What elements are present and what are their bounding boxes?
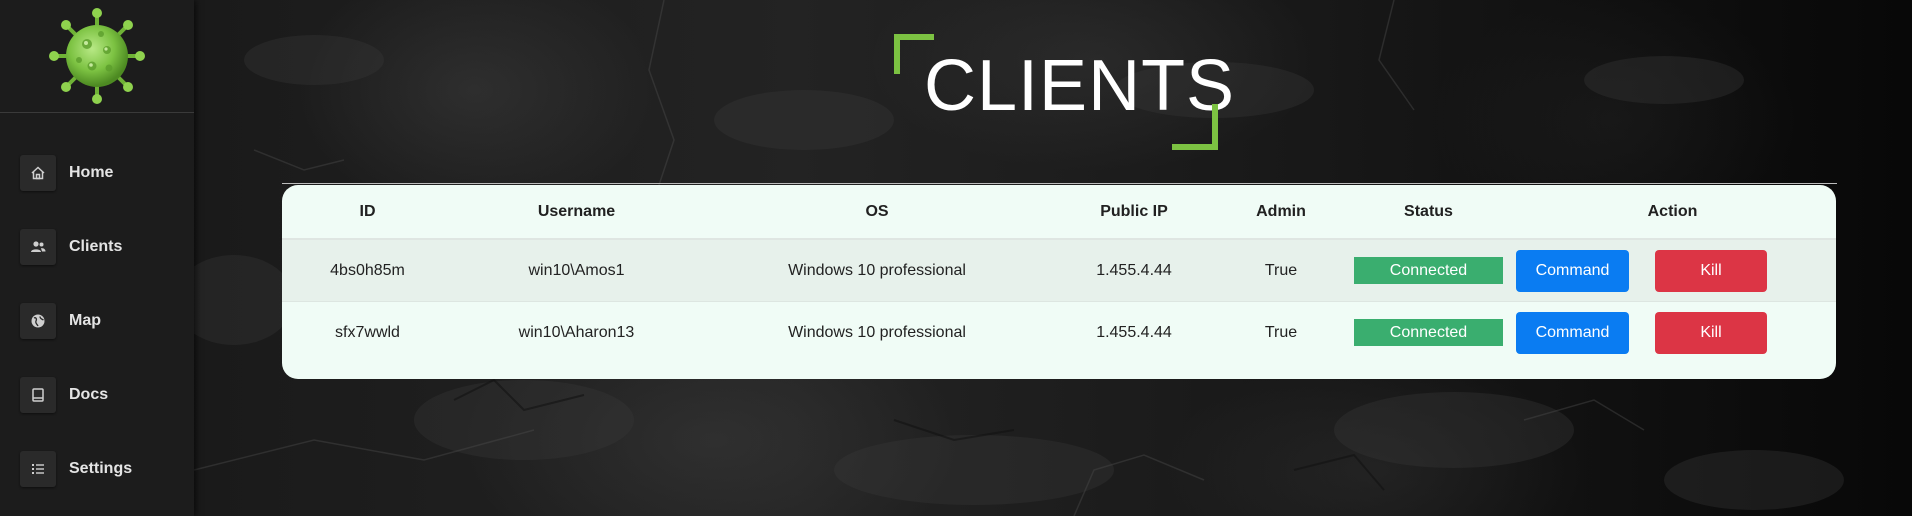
column-header-id[interactable]: ID: [282, 185, 453, 240]
column-header-action: Action: [1509, 185, 1836, 240]
cell-id: sfx7wwld: [335, 323, 400, 341]
sidebar-item-label: Docs: [69, 386, 109, 403]
sidebar-item-home[interactable]: Home: [20, 153, 113, 193]
cell-username: win10\Amos1: [453, 239, 700, 302]
clients-table-card: ID Username OS Public IP Admin Status Ac…: [282, 185, 1836, 379]
users-icon: [20, 229, 56, 265]
sidebar-item-label: Home: [69, 164, 114, 181]
cell-public-ip: 1.455.4.44: [1096, 323, 1172, 341]
sidebar-item-label: Settings: [69, 460, 133, 477]
kill-button[interactable]: Kill: [1655, 311, 1767, 354]
virus-icon: [49, 8, 145, 104]
clients-table: ID Username OS Public IP Admin Status Ac…: [282, 185, 1836, 363]
table-row[interactable]: sfx7wwld win10\Aharon13 Windows 10 profe…: [282, 302, 1836, 364]
page-title-block: CLIENTS: [894, 34, 1234, 152]
cell-admin: True: [1214, 239, 1348, 302]
cell-id: 4bs0h85m: [282, 239, 453, 302]
column-header-os[interactable]: OS: [700, 185, 1054, 240]
logo[interactable]: [0, 0, 194, 113]
kill-button[interactable]: Kill: [1655, 249, 1767, 292]
sidebar: Home Clients Map Docs Settings: [0, 0, 194, 516]
sidebar-item-label: Map: [69, 312, 101, 329]
column-header-username[interactable]: Username: [453, 185, 700, 240]
cell-username: win10\Aharon13: [518, 323, 635, 341]
home-icon: [20, 155, 56, 191]
sidebar-item-settings[interactable]: Settings: [20, 449, 132, 489]
table-row[interactable]: 4bs0h85m win10\Amos1 Windows 10 professi…: [282, 239, 1836, 302]
list-icon: [20, 451, 56, 487]
cell-admin: True: [1264, 323, 1298, 341]
globe-icon: [20, 303, 56, 339]
cell-os: Windows 10 professional: [788, 323, 966, 341]
book-icon: [20, 377, 56, 413]
cell-os: Windows 10 professional: [700, 239, 1054, 302]
status-badge: Connected: [1354, 319, 1503, 346]
column-header-public-ip[interactable]: Public IP: [1054, 185, 1214, 240]
table-header-row: ID Username OS Public IP Admin Status Ac…: [282, 185, 1836, 240]
command-button[interactable]: Command: [1516, 249, 1629, 292]
divider: [282, 183, 1837, 184]
command-button[interactable]: Command: [1516, 311, 1629, 354]
main-content: CLIENTS ID Username OS Public IP Admin S…: [194, 0, 1912, 516]
sidebar-item-docs[interactable]: Docs: [20, 375, 108, 415]
sidebar-item-map[interactable]: Map: [20, 301, 101, 341]
sidebar-item-clients[interactable]: Clients: [20, 227, 122, 267]
cell-action: Command Kill: [1509, 239, 1836, 302]
column-header-admin[interactable]: Admin: [1214, 185, 1348, 240]
cell-status: Connected: [1348, 302, 1509, 364]
title-bracket-bottom-right: [1172, 104, 1218, 150]
cell-public-ip: 1.455.4.44: [1054, 239, 1214, 302]
sidebar-item-label: Clients: [69, 238, 123, 255]
cell-action: Command Kill: [1509, 302, 1836, 364]
cell-status: Connected: [1348, 239, 1509, 302]
column-header-status[interactable]: Status: [1348, 185, 1509, 240]
status-badge: Connected: [1354, 257, 1503, 284]
